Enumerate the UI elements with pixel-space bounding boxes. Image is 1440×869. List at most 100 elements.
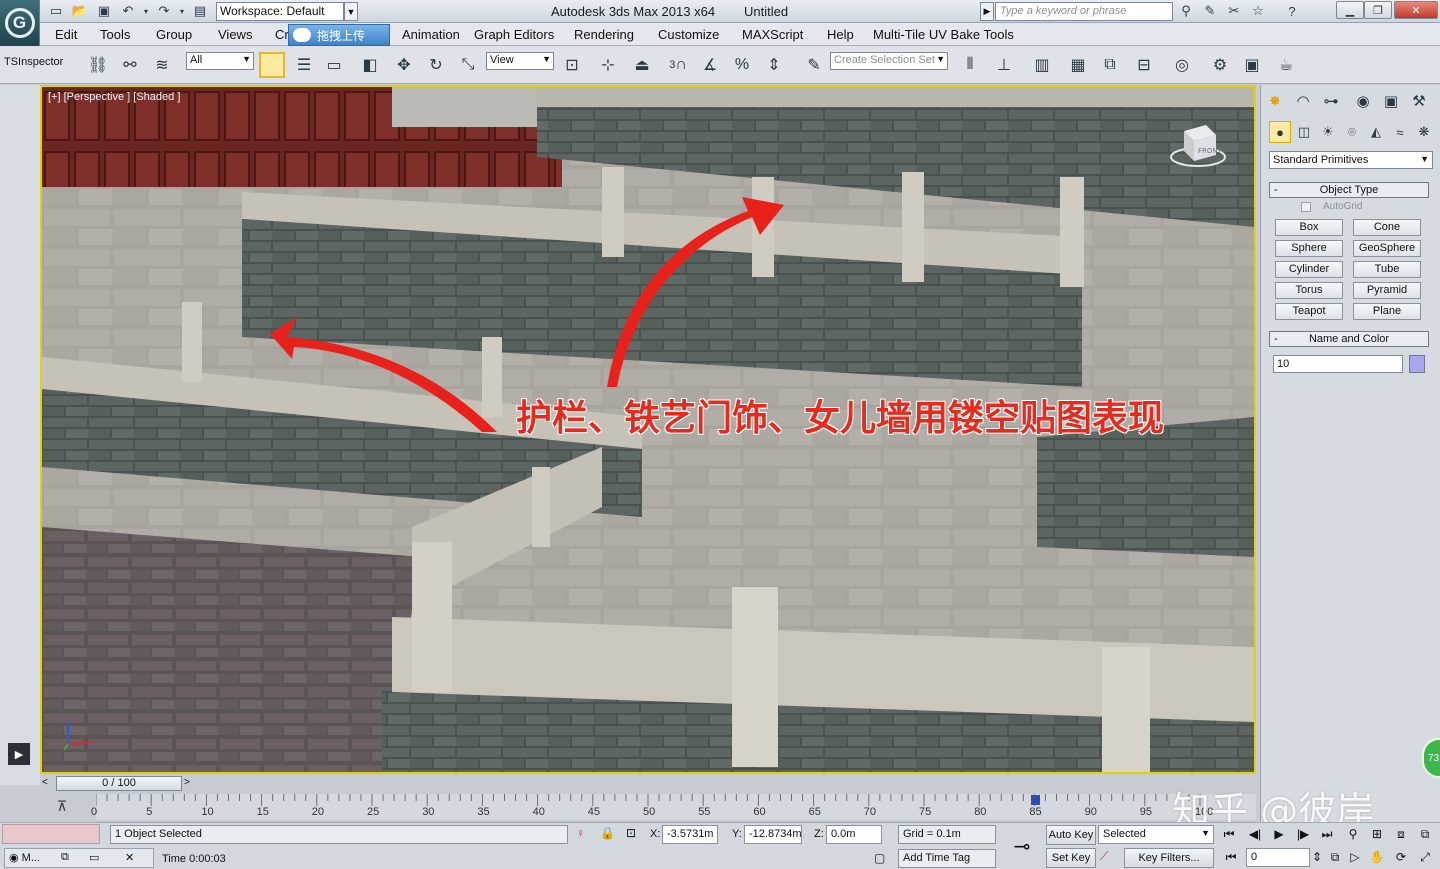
perspective-viewport[interactable]: [+] [Perspective ] [Shaded ] 护栏、铁艺门饰、女儿墙… <box>40 85 1256 774</box>
viewport-play-icon[interactable]: ▶ <box>8 743 30 765</box>
key-mode-toggle-icon[interactable]: ⏮ <box>1222 849 1240 865</box>
menu-rendering[interactable]: Rendering <box>574 27 634 42</box>
menu-tools[interactable]: Tools <box>100 27 130 42</box>
bind-space-warp-icon[interactable]: ≋ <box>150 53 174 77</box>
next-frame-icon[interactable]: |▶ <box>1294 826 1312 842</box>
restore-icon[interactable]: ⧉ <box>61 851 69 864</box>
tsinspector-label[interactable]: TSInspector <box>4 56 63 68</box>
search-expand-icon[interactable]: ▶ <box>980 2 994 21</box>
subscription-icon[interactable]: ✎ <box>1202 3 1218 19</box>
menu-graph-editors[interactable]: Graph Editors <box>474 27 554 42</box>
redo-dropdown-icon[interactable]: ▾ <box>174 3 190 19</box>
object-type-rollout[interactable]: - Object Type <box>1269 182 1429 198</box>
modify-tab-icon[interactable]: ◠ <box>1291 89 1315 113</box>
display-tab-icon[interactable]: ▣ <box>1379 89 1403 113</box>
object-color-swatch[interactable] <box>1409 355 1425 373</box>
hierarchy-tab-icon[interactable]: ⊶ <box>1319 89 1343 113</box>
material-editor-icon[interactable]: ◎ <box>1170 53 1194 77</box>
graphite-ribbon-icon[interactable]: ▦ <box>1066 53 1090 77</box>
select-manipulate-icon[interactable]: ⊹ <box>596 53 620 77</box>
motion-tab-icon[interactable]: ◉ <box>1351 89 1375 113</box>
teapot-button[interactable]: Teapot <box>1275 303 1343 320</box>
app-menu-button[interactable]: G <box>0 0 40 46</box>
curve-editor-icon[interactable]: ⧉ <box>1098 53 1122 77</box>
current-frame-marker[interactable] <box>1031 795 1040 805</box>
menu-create[interactable]: Cr <box>275 27 289 42</box>
geometry-icon[interactable]: ● <box>1269 121 1291 143</box>
create-tab-icon[interactable]: ✸ <box>1263 89 1287 113</box>
keyboard-shortcut-override-icon[interactable]: ⏏ <box>630 53 654 77</box>
shapes-icon[interactable]: ◫ <box>1293 121 1315 143</box>
x-coordinate-field[interactable]: -3.5731m <box>662 825 718 844</box>
redo-icon[interactable]: ↷ <box>156 3 172 19</box>
angle-snap-icon[interactable]: ∡ <box>698 53 722 77</box>
time-configuration-icon[interactable]: ⧉ <box>1326 849 1344 865</box>
select-and-link-icon[interactable]: ⛓ <box>86 53 110 77</box>
zoom-extents-icon[interactable]: ⧈ <box>1392 826 1410 842</box>
rectangular-selection-icon[interactable]: ▭ <box>322 53 346 77</box>
lights-icon[interactable]: ☀ <box>1317 121 1339 143</box>
cone-button[interactable]: Cone <box>1353 219 1421 236</box>
go-to-start-icon[interactable]: ⏮ <box>1220 826 1238 842</box>
field-of-view-icon[interactable]: ▷ <box>1346 849 1364 865</box>
help-icon[interactable]: ? <box>1284 3 1300 19</box>
selection-lock-icon[interactable]: 🔒 <box>600 826 615 840</box>
auto-key-button[interactable]: Auto Key <box>1046 825 1096 845</box>
schematic-view-icon[interactable]: ⊟ <box>1132 53 1156 77</box>
select-and-scale-icon[interactable]: ⤡ <box>456 53 480 77</box>
menu-edit[interactable]: Edit <box>55 27 77 42</box>
select-and-rotate-icon[interactable]: ↻ <box>424 53 448 77</box>
select-object-button[interactable] <box>259 52 285 78</box>
drag-upload-button[interactable]: 拖拽上传 <box>288 24 390 46</box>
pyramid-button[interactable]: Pyramid <box>1353 282 1421 299</box>
isolate-selection-icon[interactable]: ♀ <box>576 826 585 840</box>
menu-maxscript[interactable]: MAXScript <box>742 27 803 42</box>
project-folder-icon[interactable]: ▤ <box>192 3 208 19</box>
maximize-viewport-icon[interactable]: ⤢ <box>1416 849 1434 865</box>
open-file-icon[interactable]: 📂 <box>72 3 88 19</box>
named-selection-sets-dropdown[interactable]: Create Selection Set ▼ <box>830 52 948 70</box>
taskbar-max-window[interactable]: ◉ M... ⧉ ▭ ✕ <box>4 848 154 868</box>
plane-button[interactable]: Plane <box>1353 303 1421 320</box>
set-key-button[interactable]: Set Key <box>1046 848 1096 868</box>
play-icon[interactable]: ▶ <box>1270 826 1288 842</box>
viewport-label[interactable]: [+] [Perspective ] [Shaded ] <box>48 91 180 103</box>
zoom-all-icon[interactable]: ⊞ <box>1368 826 1386 842</box>
menu-customize[interactable]: Customize <box>658 27 719 42</box>
systems-icon[interactable]: ❋ <box>1413 121 1435 143</box>
pivot-center-icon[interactable]: ⊡ <box>560 53 584 77</box>
name-and-color-rollout[interactable]: - Name and Color <box>1269 331 1429 347</box>
sphere-button[interactable]: Sphere <box>1275 240 1343 257</box>
mini-curve-editor-icon[interactable]: ⊼ <box>52 796 72 816</box>
unlink-selection-icon[interactable]: ⚯ <box>118 53 142 77</box>
zoom-extents-all-icon[interactable]: ⧉ <box>1416 826 1434 842</box>
autogrid-checkbox[interactable] <box>1301 202 1311 212</box>
frame-spinner-icon[interactable]: ⇕ <box>1312 849 1322 865</box>
maxscript-listener-field[interactable] <box>2 824 100 844</box>
track-bar[interactable] <box>96 794 1256 820</box>
align-icon[interactable]: ⊥ <box>992 53 1016 77</box>
time-slider-track[interactable] <box>40 776 1256 792</box>
current-frame-field[interactable]: 0 <box>1246 848 1310 867</box>
time-slider[interactable]: 0 / 100 <box>56 776 182 791</box>
torus-button[interactable]: Torus <box>1275 282 1343 299</box>
previous-frame-icon[interactable]: ◀| <box>1246 826 1264 842</box>
workspace-dropdown-arrow-icon[interactable]: ▼ <box>344 2 358 21</box>
time-slider-next-icon[interactable]: > <box>184 777 190 788</box>
rendered-frame-window-icon[interactable]: ▣ <box>1240 53 1264 77</box>
window-crossing-icon[interactable]: ◧ <box>358 53 382 77</box>
primitive-type-dropdown[interactable]: Standard Primitives ▼ <box>1269 151 1433 169</box>
key-mode-dropdown[interactable]: Selected ▼ <box>1098 825 1214 844</box>
go-to-end-icon[interactable]: ⏭ <box>1318 826 1336 842</box>
selection-filter-dropdown[interactable]: All ▼ <box>186 52 254 70</box>
cylinder-button[interactable]: Cylinder <box>1275 261 1343 278</box>
layer-manager-icon[interactable]: ▥ <box>1030 53 1054 77</box>
z-coordinate-field[interactable]: 0.0m <box>826 825 882 844</box>
select-and-move-icon[interactable]: ✥ <box>392 53 416 77</box>
object-name-input[interactable]: 10 <box>1273 355 1403 373</box>
space-warps-icon[interactable]: ≈ <box>1389 121 1411 143</box>
zoom-icon[interactable]: ⚲ <box>1344 826 1362 842</box>
snaps-toggle-icon[interactable]: 3 ∩ <box>666 53 690 77</box>
mirror-icon[interactable]: ⫴ <box>958 53 982 77</box>
box-button[interactable]: Box <box>1275 219 1343 236</box>
